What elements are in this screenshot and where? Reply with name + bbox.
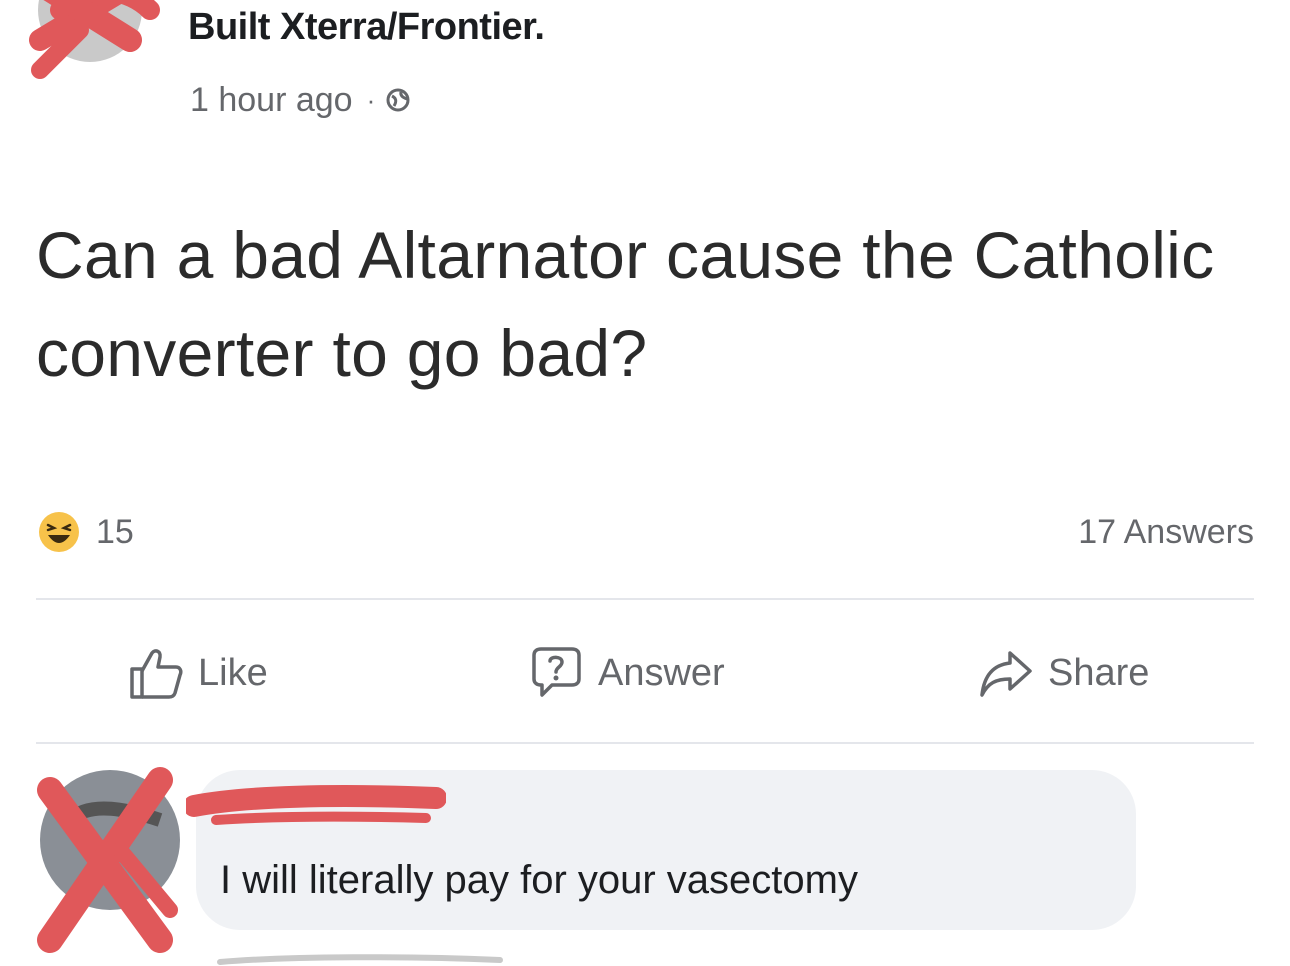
redacted-avatar[interactable] <box>20 0 160 80</box>
answer-label: Answer <box>598 651 725 694</box>
group-name[interactable]: Built Xterra/Frontier. <box>188 6 545 49</box>
redacted-commenter-name[interactable] <box>186 784 446 834</box>
reaction-summary[interactable]: 15 <box>36 508 134 556</box>
redacted-comment-avatar[interactable] <box>30 760 180 960</box>
like-button[interactable]: Like <box>128 640 268 706</box>
post-meta: 1 hour ago · <box>190 78 411 122</box>
question-bubble-icon <box>532 647 581 697</box>
thumbs-up-icon <box>130 649 183 699</box>
answer-button[interactable]: Answer <box>528 640 725 706</box>
answers-count[interactable]: 17 Answers <box>1078 508 1254 556</box>
haha-reaction-icon <box>39 512 79 552</box>
like-label: Like <box>198 651 268 694</box>
redaction-mark <box>217 954 503 965</box>
share-label: Share <box>1048 651 1150 694</box>
share-arrow-icon <box>980 651 1032 697</box>
divider <box>36 742 1254 744</box>
post-timestamp[interactable]: 1 hour ago <box>190 81 353 120</box>
globe-icon <box>386 88 410 112</box>
question-text: Can a bad Altarnator cause the Catholic … <box>36 218 1215 390</box>
comment-text: I will literally pay for your vasectomy <box>220 858 858 902</box>
divider <box>36 598 1254 600</box>
post-screenshot: Built Xterra/Frontier. 1 hour ago · Can … <box>0 0 1290 966</box>
share-button[interactable]: Share <box>978 640 1149 706</box>
reaction-count: 15 <box>96 512 134 551</box>
meta-separator: · <box>366 84 376 115</box>
